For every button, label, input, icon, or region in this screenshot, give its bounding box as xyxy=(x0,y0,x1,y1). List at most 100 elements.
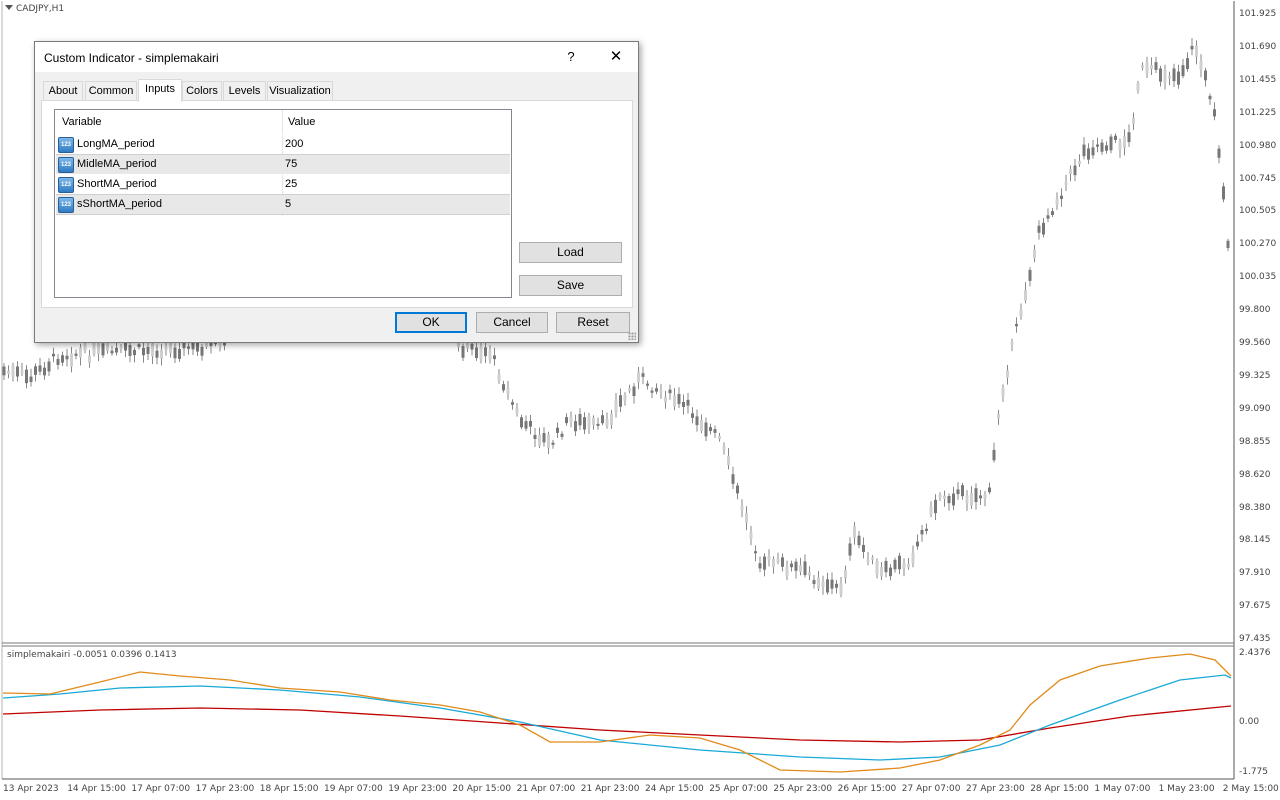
candle xyxy=(164,346,168,350)
candle xyxy=(569,416,573,423)
variable-value[interactable]: 5 xyxy=(285,198,291,210)
candle xyxy=(646,383,649,386)
candle xyxy=(52,353,55,357)
candle xyxy=(610,413,613,426)
integer-icon: 123 xyxy=(58,197,74,213)
column-header-value[interactable]: Value xyxy=(288,110,315,132)
candle xyxy=(124,342,127,351)
candle xyxy=(83,344,87,351)
candle xyxy=(1019,310,1023,317)
help-button[interactable]: ? xyxy=(557,45,585,69)
resize-grip-icon[interactable] xyxy=(628,332,636,340)
candle xyxy=(470,343,474,350)
price-label: 99.800 xyxy=(1239,305,1271,316)
candle xyxy=(1213,109,1216,117)
candle xyxy=(61,355,64,363)
candle xyxy=(1105,145,1108,151)
time-label: 17 Apr 23:00 xyxy=(195,784,255,794)
table-row[interactable]: 123 sShortMA_period 5 xyxy=(56,194,510,215)
price-label: 100.035 xyxy=(1239,272,1277,283)
candle xyxy=(178,348,181,359)
candle xyxy=(911,553,915,564)
tab-colors[interactable]: Colors xyxy=(182,81,222,101)
indicator-title: simplemakairi -0.0051 0.0396 0.1413 xyxy=(7,650,177,660)
candle xyxy=(1150,64,1153,70)
time-label: 17 Apr 07:00 xyxy=(131,784,191,794)
candle xyxy=(803,561,807,576)
column-header-variable[interactable]: Variable xyxy=(62,110,102,132)
candle xyxy=(88,355,91,363)
table-row[interactable]: 123 MidleMA_period 75 xyxy=(56,154,510,175)
candle xyxy=(997,414,1000,419)
candle xyxy=(47,361,51,372)
price-label: 100.745 xyxy=(1239,173,1277,184)
indicator-scale-label: 0.00 xyxy=(1239,717,1260,727)
parameters-table[interactable]: Variable Value 123 LongMA_period 200 123… xyxy=(54,109,512,298)
candle xyxy=(1186,58,1189,69)
table-row[interactable]: 123 ShortMA_period 25 xyxy=(56,174,510,194)
candle xyxy=(659,390,663,393)
price-label: 99.090 xyxy=(1239,403,1271,414)
candle xyxy=(1037,225,1041,233)
load-button[interactable]: Load xyxy=(519,242,622,263)
price-label: 97.910 xyxy=(1239,568,1271,579)
candle xyxy=(623,394,627,401)
candle xyxy=(619,395,622,407)
close-button[interactable]: ✕ xyxy=(601,45,631,69)
reset-button[interactable]: Reset xyxy=(556,312,630,333)
candle xyxy=(763,556,766,570)
candle xyxy=(1190,45,1194,50)
candle xyxy=(119,346,123,349)
candle xyxy=(1172,68,1176,82)
candle xyxy=(511,402,514,405)
candle xyxy=(461,346,465,358)
ok-button[interactable]: OK xyxy=(395,312,467,333)
candle xyxy=(155,350,159,358)
variable-value[interactable]: 25 xyxy=(285,178,297,190)
long-ma-line xyxy=(2,705,1232,743)
save-button[interactable]: Save xyxy=(519,275,622,296)
time-label: 27 Apr 23:00 xyxy=(966,784,1025,794)
candle xyxy=(862,545,865,552)
candle xyxy=(556,427,559,433)
candle xyxy=(1100,142,1104,152)
candle xyxy=(1177,71,1180,85)
variable-value[interactable]: 200 xyxy=(285,138,303,150)
variable-value[interactable]: 75 xyxy=(285,158,297,170)
candle xyxy=(695,416,699,426)
tab-common[interactable]: Common xyxy=(85,81,137,101)
candle xyxy=(664,396,667,403)
time-label: 28 Apr 15:00 xyxy=(1030,784,1089,794)
candle xyxy=(160,349,163,359)
candle xyxy=(632,386,636,396)
symbol-title[interactable]: CADJPY,H1 xyxy=(5,4,64,14)
table-row[interactable]: 123 LongMA_period 200 xyxy=(56,134,510,154)
time-label: 27 Apr 07:00 xyxy=(901,784,961,794)
candle xyxy=(871,557,874,560)
candle xyxy=(146,346,150,354)
time-label: 21 Apr 23:00 xyxy=(580,784,640,794)
indicator-scale-label: 2.4376 xyxy=(1239,648,1271,658)
tab-visualization[interactable]: Visualization xyxy=(267,81,333,101)
candle xyxy=(592,417,595,426)
candle xyxy=(200,346,204,356)
tab-levels[interactable]: Levels xyxy=(223,81,266,101)
candle xyxy=(790,563,793,568)
candle xyxy=(691,413,694,418)
candle xyxy=(857,535,861,546)
candle xyxy=(1114,135,1117,140)
cancel-button[interactable]: Cancel xyxy=(476,312,548,333)
candle xyxy=(772,558,775,568)
candle xyxy=(25,369,28,384)
candle xyxy=(38,365,42,372)
tab-about[interactable]: About xyxy=(43,81,83,101)
candle xyxy=(74,353,78,356)
candle xyxy=(1159,68,1162,82)
candle xyxy=(79,347,82,358)
time-label: 21 Apr 07:00 xyxy=(516,784,576,794)
candle xyxy=(1145,61,1149,73)
dialog-titlebar[interactable]: Custom Indicator - simplemakairi ? ✕ xyxy=(35,42,638,72)
candle xyxy=(682,401,685,407)
tab-inputs[interactable]: Inputs xyxy=(138,79,182,102)
candle xyxy=(1123,136,1126,148)
